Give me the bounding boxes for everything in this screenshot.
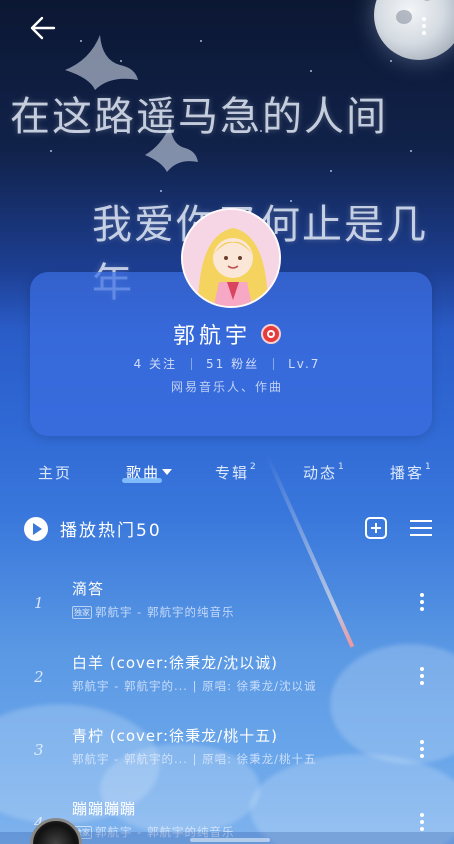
play-hot-button[interactable]: 播放热门50 [24, 516, 162, 541]
tab-podcast[interactable]: 播客 1 [390, 462, 433, 483]
artist-name: 郭航宇 [172, 324, 251, 349]
song-number: 3 [34, 741, 44, 759]
banner-line-1: 在这路遥马急的人间 [10, 94, 388, 140]
song-more-button[interactable] [418, 664, 426, 688]
divider [191, 357, 193, 370]
song-title: 蹦蹦蹦蹦 [72, 800, 137, 818]
song-title: 滴答 [72, 580, 105, 598]
home-indicator [190, 838, 270, 842]
caret-down-icon [162, 469, 173, 475]
song-row[interactable]: 3 青柠 (cover:徐秉龙/桃十五) 郭航宇 - 郭航宇的... | 原唱:… [0, 723, 454, 783]
add-to-playlist-button[interactable] [365, 517, 387, 539]
song-artist-album: 郭航宇 - 郭航宇的... | 原唱: 徐秉龙/沈以诚 [72, 679, 317, 693]
divider [273, 357, 275, 370]
active-tab-indicator [122, 478, 162, 483]
profile-stats: 4 关注 51 粉丝 Lv.7 [0, 355, 454, 372]
avatar-image [183, 210, 279, 306]
tab-label: 播客 [390, 464, 425, 482]
play-icon [24, 516, 48, 541]
back-button[interactable] [28, 14, 58, 42]
artist-description: 网易音乐人、作曲 [170, 380, 283, 394]
tab-albums[interactable]: 专辑 2 [215, 462, 258, 483]
avatar[interactable] [181, 208, 281, 308]
multi-select-button[interactable] [410, 520, 432, 538]
song-subtitle: 郭航宇 - 郭航宇的... | 原唱: 徐秉龙/沈以诚 [72, 678, 317, 694]
tab-count: 2 [250, 462, 258, 472]
moon-image [374, 0, 454, 60]
song-more-button[interactable] [418, 590, 426, 614]
song-subtitle: 独家 郭航宇 - 郭航宇的纯音乐 [72, 604, 234, 620]
song-more-button[interactable] [418, 810, 426, 834]
exclusive-tag: 独家 [72, 605, 92, 619]
arrow-left-icon [30, 16, 56, 40]
tab-count: 1 [425, 462, 433, 472]
tab-label: 主页 [38, 464, 73, 482]
song-title: 青柠 (cover:徐秉龙/桃十五) [72, 727, 279, 745]
tab-label: 动态 [303, 464, 338, 482]
profile-tabs: 主页 歌曲 专辑 2 动态 1 播客 1 [0, 462, 454, 486]
multi-select-list-icon [410, 520, 432, 536]
netease-musician-badge-icon [261, 324, 281, 344]
tab-activity[interactable]: 动态 1 [303, 462, 346, 483]
song-artist-album: 郭航宇 - 郭航宇的纯音乐 [95, 605, 235, 619]
tab-label: 专辑 [215, 464, 250, 482]
following-count[interactable]: 4 关注 [134, 355, 177, 372]
play-hot-label: 播放热门50 [60, 521, 162, 541]
more-vertical-icon [420, 17, 428, 35]
more-options-button[interactable] [420, 14, 428, 40]
tab-count: 1 [338, 462, 346, 472]
song-title: 白羊 (cover:徐秉龙/沈以诚) [72, 654, 279, 672]
level-badge: Lv.7 [288, 356, 321, 371]
song-number: 1 [34, 594, 44, 612]
song-row[interactable]: 2 白羊 (cover:徐秉龙/沈以诚) 郭航宇 - 郭航宇的... | 原唱:… [0, 650, 454, 710]
song-artist-album: 郭航宇 - 郭航宇的... | 原唱: 徐秉龙/桃十五 [72, 752, 317, 766]
song-number: 2 [34, 668, 44, 686]
song-subtitle: 郭航宇 - 郭航宇的... | 原唱: 徐秉龙/桃十五 [72, 751, 317, 767]
tab-home[interactable]: 主页 [38, 462, 72, 483]
song-more-button[interactable] [418, 737, 426, 761]
song-row[interactable]: 1 滴答 独家 郭航宇 - 郭航宇的纯音乐 [0, 576, 454, 636]
followers-count[interactable]: 51 粉丝 [206, 355, 259, 372]
